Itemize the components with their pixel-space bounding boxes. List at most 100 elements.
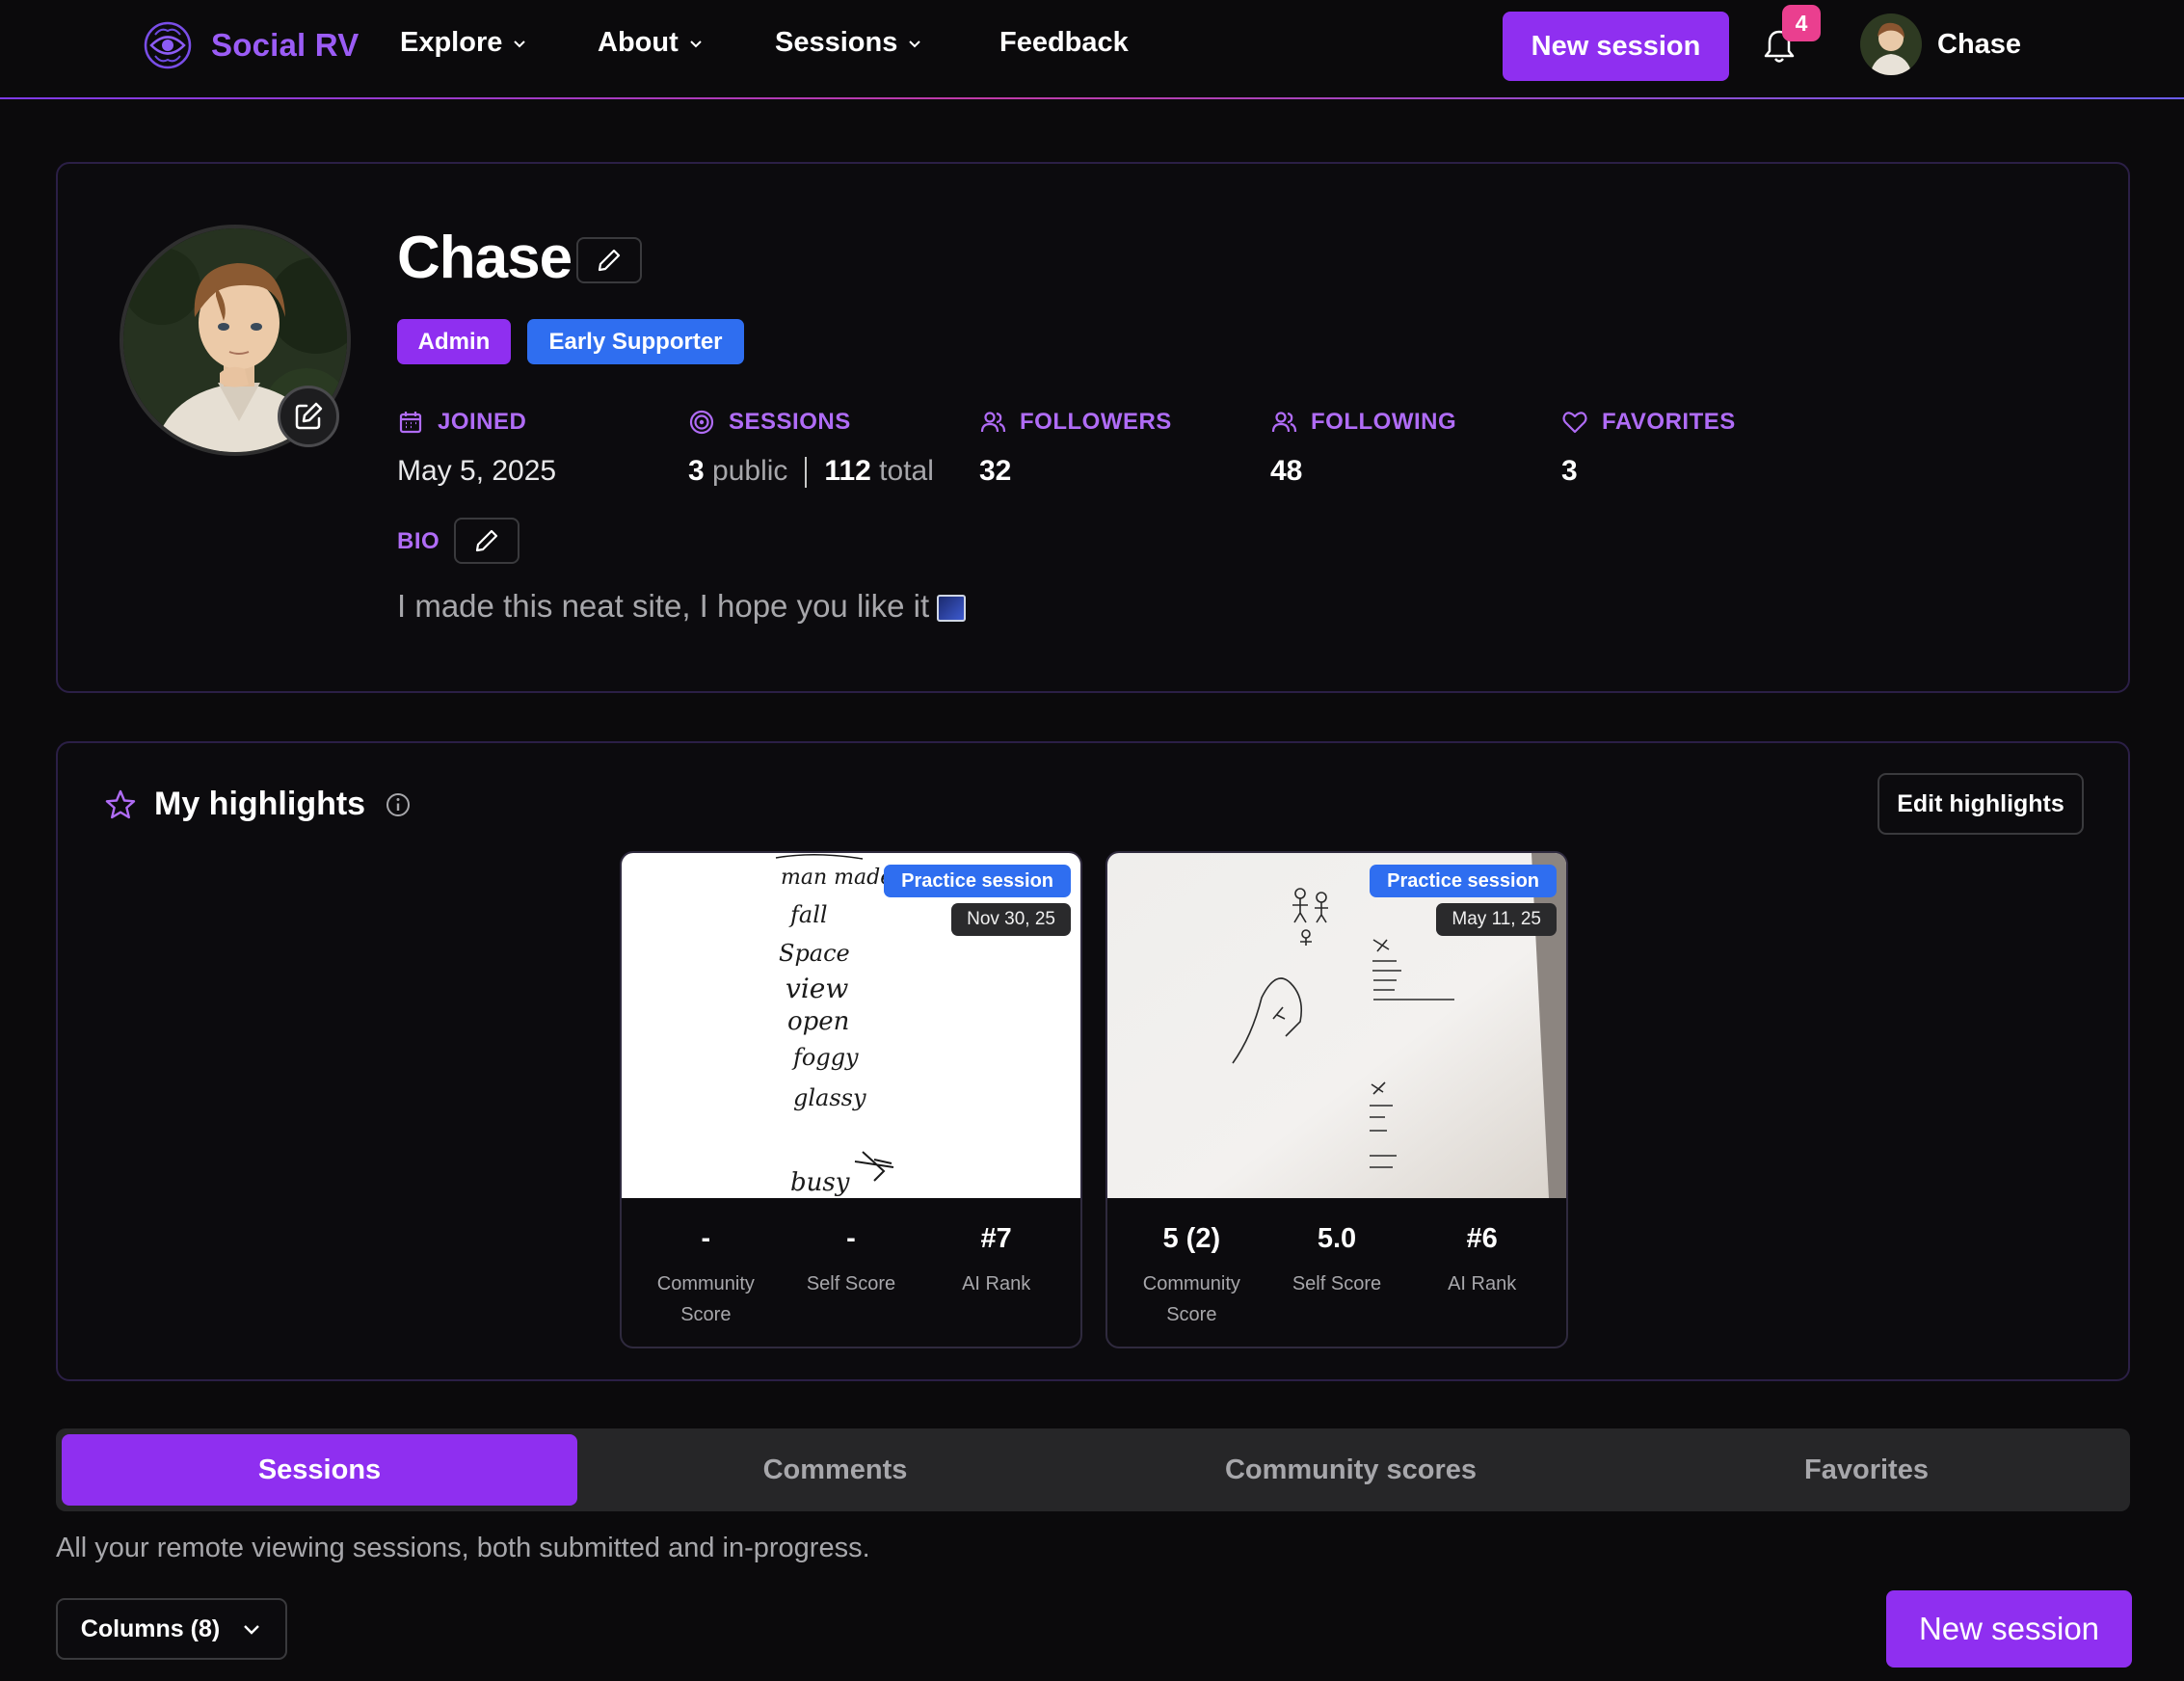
- galaxy-emoji-icon: [937, 595, 967, 623]
- favorites-label: FAVORITES: [1602, 409, 1736, 435]
- sessions-divider: [805, 457, 808, 489]
- nav-feedback-label: Feedback: [999, 27, 1129, 58]
- sketch-word: open: [787, 1007, 849, 1036]
- brain-eye-logo-icon: [144, 21, 192, 69]
- sketch-word: view: [786, 973, 848, 1004]
- self-score: 5.0 Self Score: [1269, 1223, 1404, 1330]
- session-date-tag: Nov 30, 25: [951, 903, 1071, 936]
- chevron-down-icon: [244, 1625, 260, 1635]
- brand-link[interactable]: Social RV: [142, 19, 359, 71]
- nav-sessions[interactable]: Sessions: [775, 27, 922, 59]
- columns-dropdown[interactable]: Columns (8): [56, 1598, 287, 1660]
- sketch-word: glassy: [793, 1084, 866, 1111]
- highlight-session-card[interactable]: Practice session May 11, 25 5 (2) Commun…: [1105, 851, 1568, 1348]
- favorites-value: 3: [1561, 455, 1578, 487]
- following-label: FOLLOWING: [1311, 409, 1457, 435]
- self-score: - Self Score: [784, 1223, 919, 1330]
- sessions-value: 3 public 112 total: [688, 455, 934, 489]
- columns-label: Columns (8): [80, 1614, 221, 1642]
- following-value: 48: [1270, 455, 1303, 487]
- bio-label: BIO: [397, 528, 440, 554]
- new-session-button[interactable]: New session: [1503, 12, 1729, 81]
- sessions-public-word: public: [712, 455, 788, 487]
- profile-name: Chase: [397, 225, 573, 291]
- session-scores: 5 (2) Community Score 5.0 Self Score #6 …: [1107, 1223, 1566, 1330]
- users-icon: [1271, 412, 1297, 433]
- highlights-header: My highlights: [104, 786, 412, 823]
- bio-text: I made this neat site, I hope you like i…: [397, 588, 930, 624]
- calendar-icon: [399, 412, 422, 434]
- nav-feedback[interactable]: Feedback: [999, 27, 1129, 59]
- community-score-value: -: [701, 1223, 711, 1254]
- nav-explore[interactable]: Explore: [400, 27, 527, 59]
- edit-bio-button[interactable]: [454, 518, 519, 564]
- ai-rank-value: #7: [980, 1223, 1012, 1254]
- highlight-session-card[interactable]: man made fall Space view open foggy glas…: [620, 851, 1082, 1348]
- tab-description: All your remote viewing sessions, both s…: [56, 1533, 870, 1563]
- edit-highlights-button[interactable]: Edit highlights: [1878, 773, 2084, 835]
- followers-value: 32: [979, 455, 1012, 487]
- early-supporter-badge: Early Supporter: [527, 319, 744, 364]
- nav-explore-label: Explore: [400, 27, 503, 58]
- user-avatar[interactable]: [1860, 13, 1922, 75]
- notification-count-badge: 4: [1782, 5, 1821, 41]
- community-score-value: 5 (2): [1162, 1223, 1221, 1254]
- nav-username[interactable]: Chase: [1937, 29, 2021, 61]
- sketch-word: fall: [788, 901, 828, 928]
- joined-value: May 5, 2025: [397, 455, 557, 487]
- tab-favorites[interactable]: Favorites: [1609, 1434, 2124, 1506]
- community-score-label: Community Score: [1142, 1273, 1240, 1325]
- practice-session-tag: Practice session: [1370, 865, 1557, 897]
- tab-comments[interactable]: Comments: [577, 1434, 1093, 1506]
- session-scores: - Community Score - Self Score #7 AI Ran…: [622, 1223, 1080, 1330]
- sessions-label: SESSIONS: [729, 409, 851, 435]
- community-score-label: Community Score: [656, 1273, 755, 1325]
- stat-favorites[interactable]: FAVORITES 3: [1561, 409, 1736, 488]
- bio-text-row: I made this neat site, I hope you like i…: [397, 588, 967, 625]
- target-icon: [689, 410, 714, 435]
- chevron-down-icon: [690, 40, 702, 47]
- sessions-total-count: 112: [824, 455, 871, 487]
- sketch-word: Space: [779, 940, 850, 967]
- community-score: - Community Score: [638, 1223, 773, 1330]
- info-icon[interactable]: [385, 791, 412, 818]
- nav-sessions-label: Sessions: [775, 27, 898, 58]
- new-session-button[interactable]: New session: [1886, 1590, 2132, 1668]
- ai-rank: #7 AI Rank: [929, 1223, 1064, 1330]
- sessions-public-count: 3: [688, 455, 705, 487]
- tab-sessions[interactable]: Sessions: [62, 1434, 577, 1506]
- chevron-down-icon: [514, 40, 526, 47]
- heart-icon: [1562, 412, 1587, 434]
- ai-rank-value: #6: [1466, 1223, 1498, 1254]
- nav-about[interactable]: About: [598, 27, 704, 59]
- ai-rank-label: AI Rank: [1448, 1273, 1517, 1294]
- sketch-word: man made: [781, 866, 892, 890]
- profile-tabs: Sessions Comments Community scores Favor…: [56, 1428, 2130, 1511]
- ai-rank: #6 AI Rank: [1415, 1223, 1550, 1330]
- sessions-total-word: total: [879, 455, 934, 487]
- avatar-portrait-icon: [1860, 13, 1922, 75]
- admin-badge: Admin: [397, 319, 511, 364]
- joined-label: JOINED: [438, 409, 527, 435]
- stat-followers[interactable]: FOLLOWERS 32: [979, 409, 1172, 488]
- stat-following[interactable]: FOLLOWING 48: [1270, 409, 1456, 488]
- sketch-word: busy: [790, 1168, 850, 1197]
- nav-about-label: About: [598, 27, 679, 58]
- sketch-word: foggy: [791, 1044, 859, 1071]
- stat-joined: JOINED May 5, 2025: [397, 409, 556, 488]
- self-score-label: Self Score: [806, 1273, 896, 1294]
- edit-square-icon: [295, 402, 323, 430]
- session-date-tag: May 11, 25: [1436, 903, 1557, 936]
- brand-name: Social RV: [211, 27, 360, 63]
- pencil-icon: [475, 529, 498, 552]
- top-navbar: Social RV Explore About Sessions Feedbac…: [0, 0, 2184, 99]
- avatar-edit-button[interactable]: [278, 386, 339, 447]
- self-score-label: Self Score: [1292, 1273, 1382, 1294]
- self-score-value: -: [846, 1223, 856, 1254]
- pencil-icon: [598, 249, 621, 272]
- stat-sessions: SESSIONS 3 public 112 total: [688, 409, 934, 489]
- chevron-down-icon: [909, 40, 921, 47]
- tab-community-scores[interactable]: Community scores: [1093, 1434, 1609, 1506]
- edit-name-button[interactable]: [576, 237, 642, 283]
- followers-label: FOLLOWERS: [1020, 409, 1172, 435]
